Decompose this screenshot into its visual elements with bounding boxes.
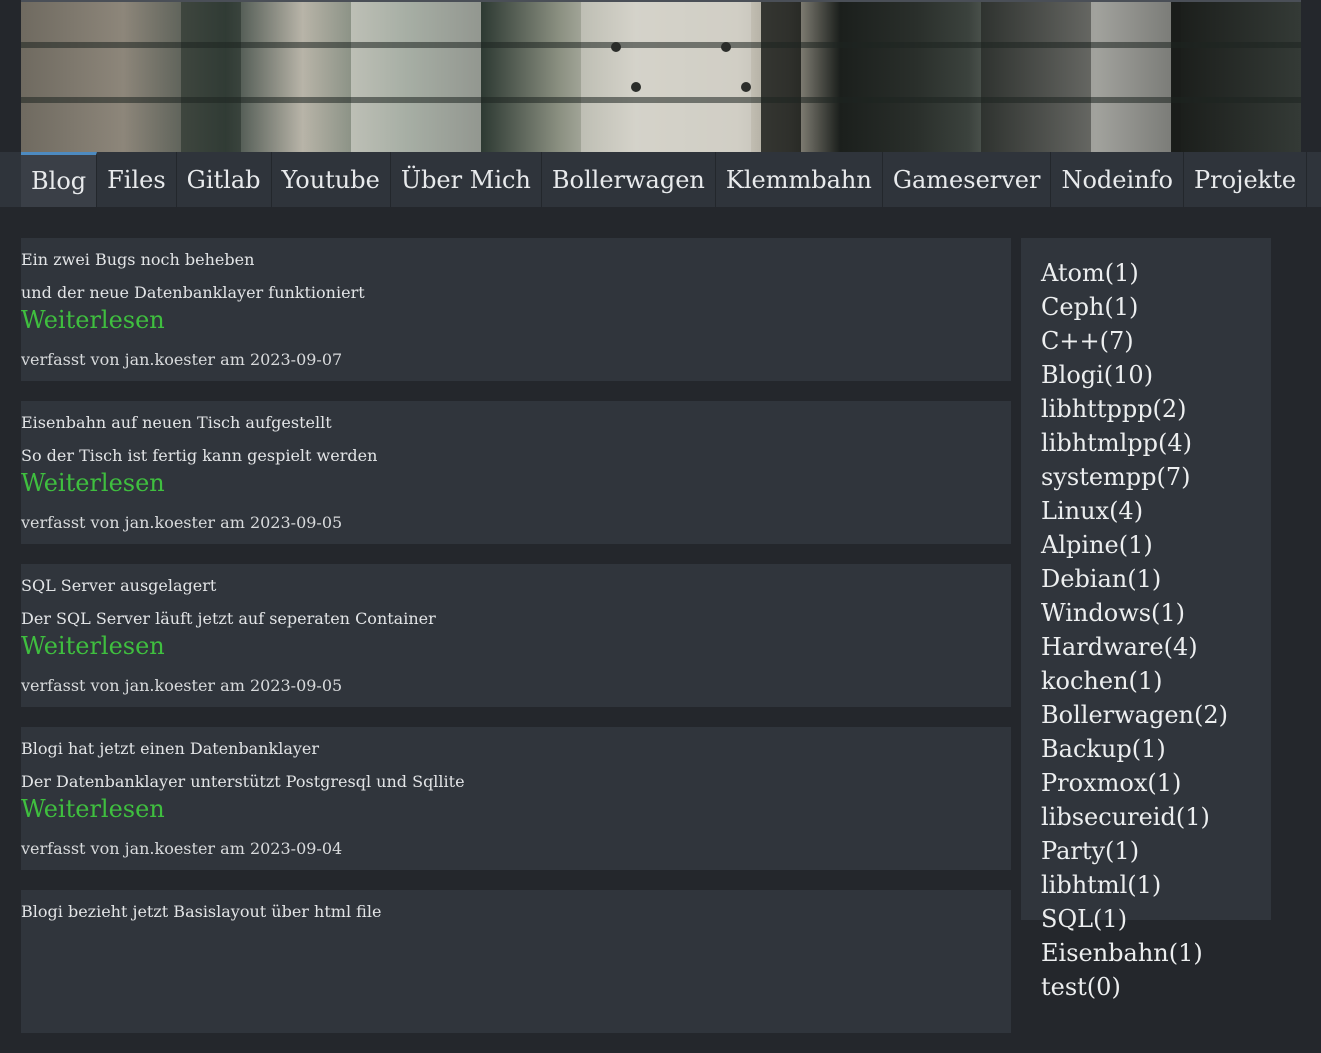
post-teaser: So der Tisch ist fertig kann gespielt we…: [21, 446, 378, 465]
tag-link[interactable]: systempp(7): [1041, 460, 1191, 494]
post-title: Blogi hat jetzt einen Datenbanklayer: [21, 739, 320, 758]
nav-item-files[interactable]: Files: [97, 152, 177, 207]
nav-item-projekte[interactable]: Projekte: [1184, 152, 1308, 207]
tag-link[interactable]: Atom(1): [1041, 256, 1139, 290]
main-navigation: Blog Files Gitlab Youtube Über Mich Bollerwag…: [0, 152, 1321, 207]
post-card: SQL Server ausgelagert Der SQL Server läu…: [21, 564, 1011, 707]
tag-link[interactable]: Hardware(4): [1041, 630, 1198, 664]
post-teaser: Der Datenbanklayer unterstützt Postgresq…: [21, 772, 465, 791]
post-card: Ein zwei Bugs noch beheben und der neue D…: [21, 238, 1011, 381]
nav-item-bollerwagen[interactable]: Bollerwagen: [542, 152, 716, 207]
post-title: Ein zwei Bugs noch beheben: [21, 250, 255, 269]
post-title: Blogi bezieht jetzt Basislayout über htm…: [21, 902, 382, 921]
tag-link[interactable]: test(0): [1041, 970, 1121, 1004]
tag-link[interactable]: libhttppp(2): [1041, 392, 1187, 426]
nav-item-nodeinfo[interactable]: Nodeinfo: [1051, 152, 1184, 207]
post-card: Blogi bezieht jetzt Basislayout über htm…: [21, 890, 1011, 1033]
nav-item-blog[interactable]: Blog: [21, 152, 98, 207]
nav-item-über-mich[interactable]: Über Mich: [391, 152, 542, 207]
tag-link[interactable]: Eisenbahn(1): [1041, 936, 1203, 970]
tag-link[interactable]: kochen(1): [1041, 664, 1163, 698]
post-title: SQL Server ausgelagert: [21, 576, 217, 595]
tag-link[interactable]: Proxmox(1): [1041, 766, 1181, 800]
post-teaser: Der SQL Server läuft jetzt auf seperaten…: [21, 609, 436, 628]
tag-link[interactable]: SQL(1): [1041, 902, 1127, 936]
post-list: Ein zwei Bugs noch beheben und der neue D…: [21, 238, 1011, 1053]
tag-link[interactable]: libhtml(1): [1041, 868, 1161, 902]
post-meta: verfasst von jan.koester am 2023-09-04: [21, 839, 343, 858]
tag-link[interactable]: libhtmlpp(4): [1041, 426, 1192, 460]
tag-link[interactable]: Alpine(1): [1041, 528, 1153, 562]
tag-sidebar: Atom(1) Ceph(1) C++(7) Blogi(10) libhttppp(2…: [1021, 238, 1271, 1001]
tag-link[interactable]: Blogi(10): [1041, 358, 1153, 392]
header-banner-image: [21, 0, 1301, 154]
tag-link[interactable]: Ceph(1): [1041, 290, 1138, 324]
tag-link[interactable]: libsecureid(1): [1041, 800, 1210, 834]
nav-item-youtube[interactable]: Youtube: [272, 152, 391, 207]
read-more-link[interactable]: Weiterlesen: [21, 469, 165, 497]
read-more-link[interactable]: Weiterlesen: [21, 306, 165, 334]
tag-link[interactable]: C++(7): [1041, 324, 1134, 358]
tag-link[interactable]: Party(1): [1041, 834, 1139, 868]
nav-item-gitlab[interactable]: Gitlab: [177, 152, 272, 207]
nav-item-klemmbahn[interactable]: Klemmbahn: [716, 152, 883, 207]
post-card: Blogi hat jetzt einen Datenbanklayer Der …: [21, 727, 1011, 870]
tag-link[interactable]: Bollerwagen(2): [1041, 698, 1228, 732]
nav-item-gameserver[interactable]: Gameserver: [883, 152, 1052, 207]
tag-link[interactable]: Backup(1): [1041, 732, 1166, 766]
post-teaser: und der neue Datenbanklayer funktioniert: [21, 283, 365, 302]
post-title: Eisenbahn auf neuen Tisch aufgestellt: [21, 413, 332, 432]
read-more-link[interactable]: Weiterlesen: [21, 795, 165, 823]
post-meta: verfasst von jan.koester am 2023-09-05: [21, 513, 343, 532]
post-meta: verfasst von jan.koester am 2023-09-05: [21, 676, 343, 695]
read-more-link[interactable]: Weiterlesen: [21, 632, 165, 660]
post-card: Eisenbahn auf neuen Tisch aufgestellt So …: [21, 401, 1011, 544]
post-meta: verfasst von jan.koester am 2023-09-07: [21, 350, 343, 369]
tag-link[interactable]: Linux(4): [1041, 494, 1143, 528]
tag-link[interactable]: Windows(1): [1041, 596, 1185, 630]
tag-link[interactable]: Debian(1): [1041, 562, 1161, 596]
